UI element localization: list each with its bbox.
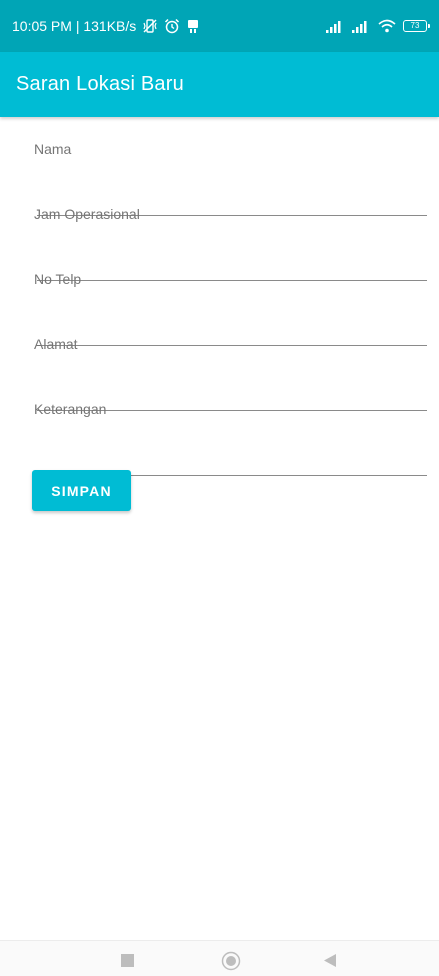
navigation-bar [0,940,439,976]
no-telp-input[interactable] [37,309,427,333]
device-icon [186,18,200,34]
field-jam-operasional[interactable]: Jam Operasional [34,206,427,281]
status-right: 73 [325,18,430,34]
save-button[interactable]: SIMPAN [32,470,131,511]
no-vibrate-icon [142,18,158,34]
wifi-icon [377,18,397,34]
back-icon[interactable] [324,954,336,967]
home-icon[interactable] [221,951,241,971]
status-time-speed: 10:05 PM | 131KB/s [12,18,137,34]
app-bar: Saran Lokasi Baru [0,52,439,117]
battery-icon: 73 [403,20,430,32]
field-label: Nama [34,141,72,157]
alamat-input[interactable] [37,374,427,398]
field-label: No Telp [34,271,82,287]
signal-icon [351,19,371,33]
field-label: Keterangan [34,401,107,417]
status-bar: 10:05 PM | 131KB/s 73 [0,0,439,52]
field-no-telp[interactable]: No Telp [34,271,427,346]
jam-operasional-input[interactable] [37,244,427,268]
field-label: Alamat [34,336,78,352]
field-alamat[interactable]: Alamat [34,336,427,411]
signal-icon [325,19,345,33]
page-title: Saran Lokasi Baru [16,73,184,95]
field-label: Jam Operasional [34,206,140,222]
status-left: 10:05 PM | 131KB/s [12,18,200,34]
field-nama[interactable]: Nama [34,141,427,216]
keterangan-input[interactable] [37,439,427,463]
battery-level: 73 [410,21,420,30]
recent-apps-icon[interactable] [121,954,134,967]
field-keterangan[interactable]: Keterangan [34,401,427,476]
alarm-icon [164,18,180,34]
nama-input[interactable] [37,179,427,203]
